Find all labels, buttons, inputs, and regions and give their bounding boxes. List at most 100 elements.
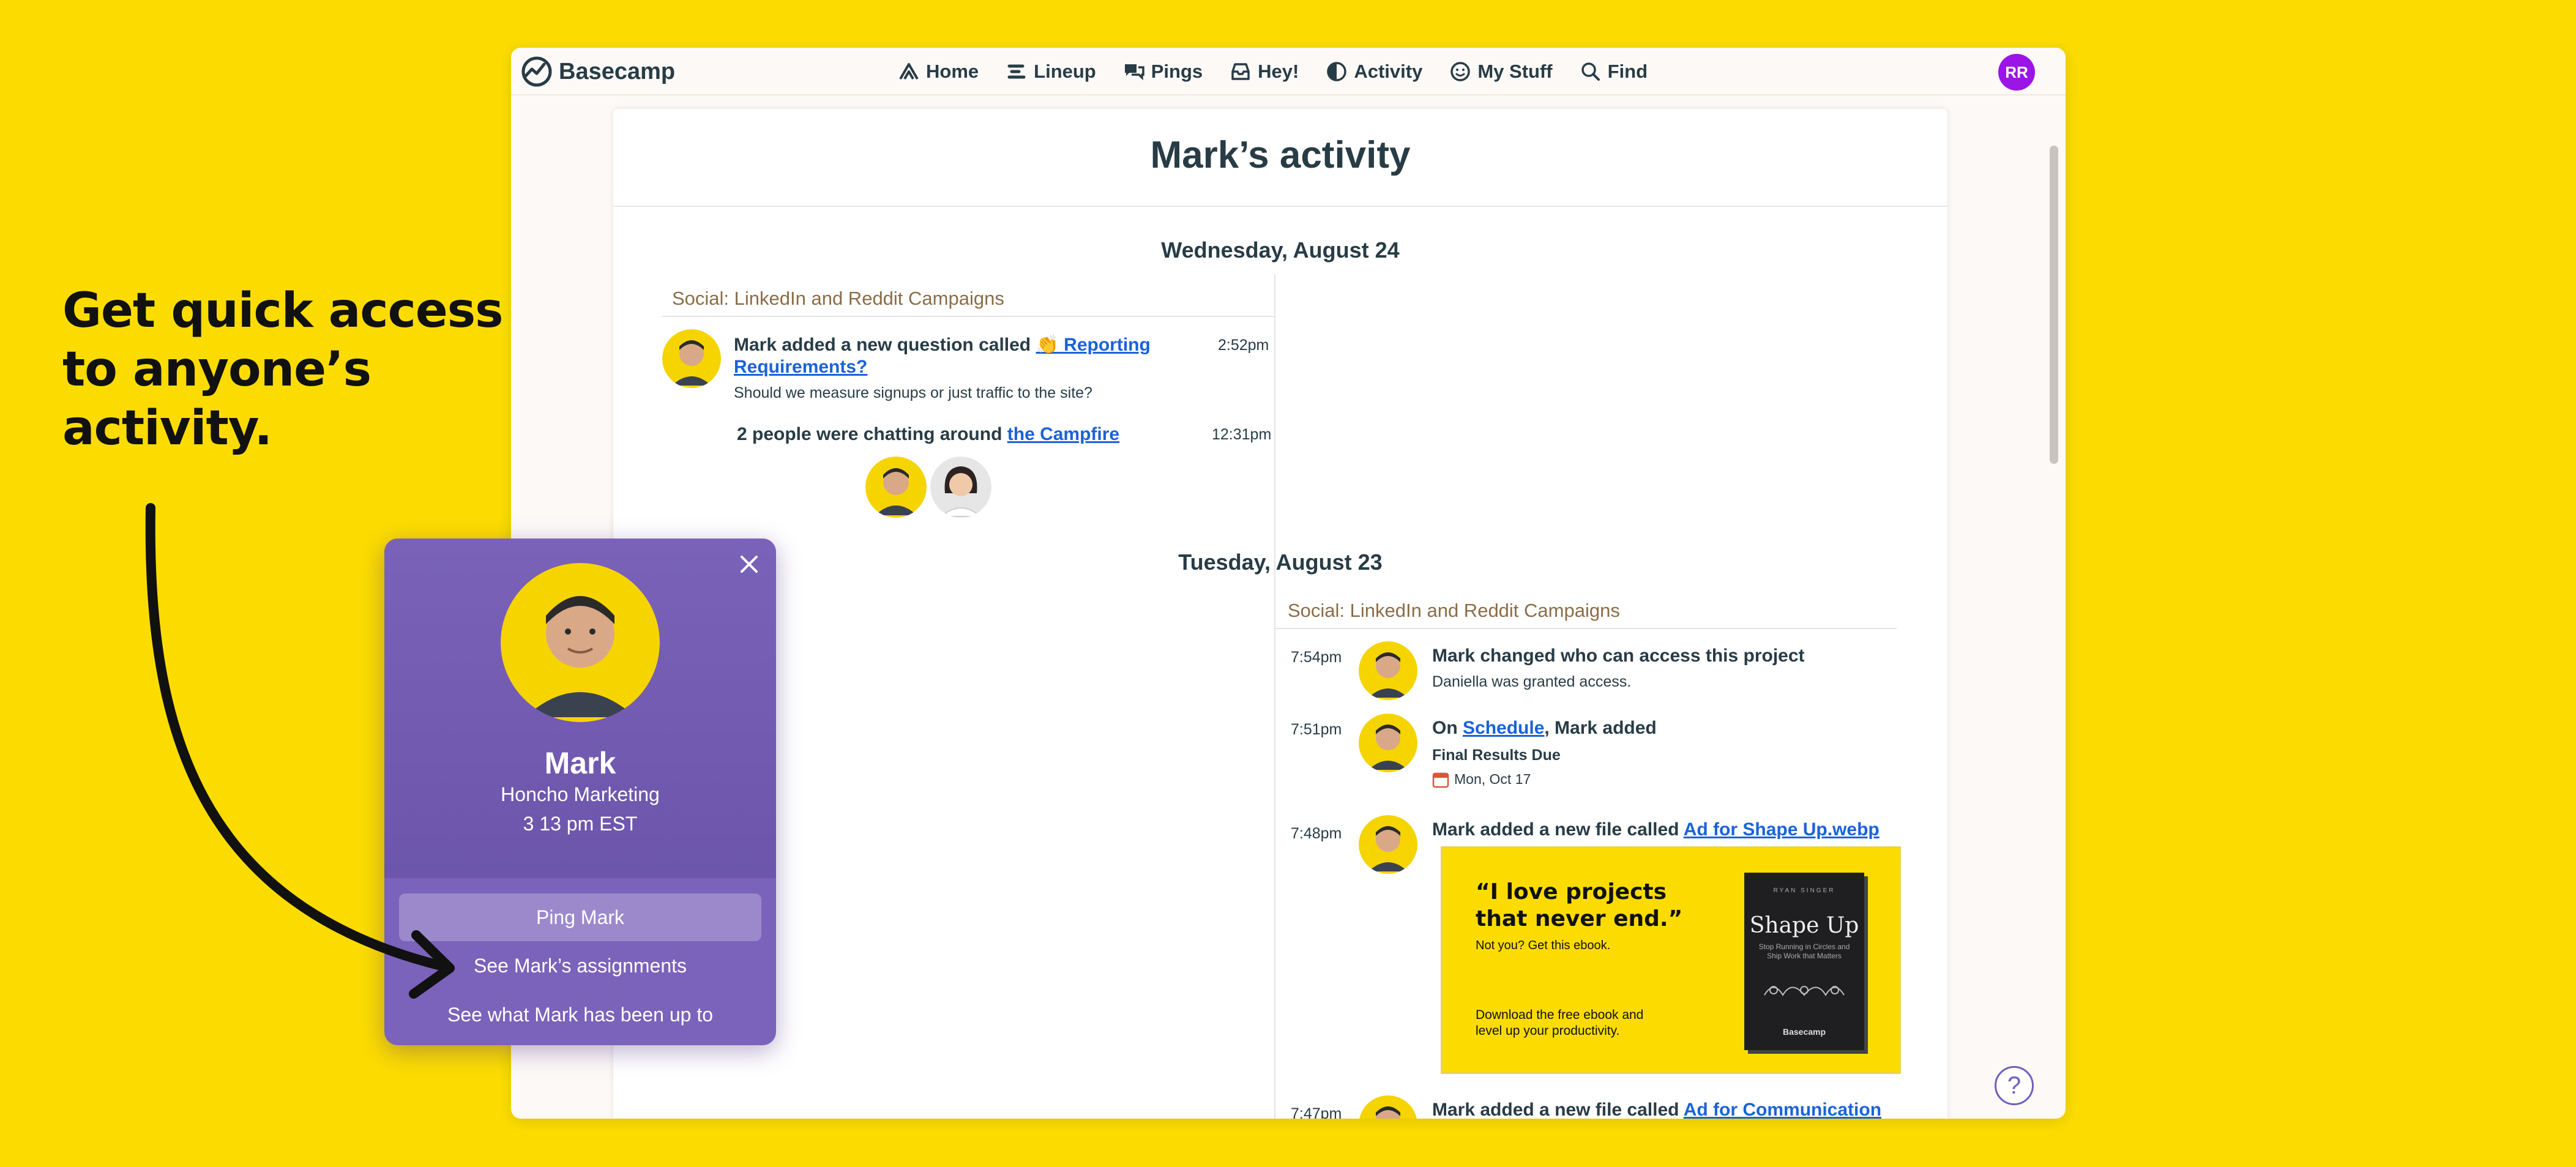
teammate-avatar[interactable]: [930, 457, 991, 518]
ping-button[interactable]: Ping Mark: [399, 893, 761, 941]
nav-hey[interactable]: Hey!: [1230, 61, 1299, 83]
nav-find-label: Find: [1607, 61, 1648, 82]
profile-popup: Mark Honcho Marketing 3 13 pm EST Ping M…: [384, 539, 776, 1045]
marketing-headline: Get quick access to anyone’s activity.: [62, 281, 504, 458]
event-schedule-title: On Schedule, Mark added: [1432, 717, 1657, 739]
event-file-title: Mark added a new file called Ad for Shap…: [1432, 819, 1880, 841]
logo-text: Basecamp: [559, 58, 676, 84]
schedule-link[interactable]: Schedule: [1463, 718, 1544, 738]
mark-avatar[interactable]: [865, 457, 927, 518]
nav-hey-label: Hey!: [1258, 61, 1299, 82]
bucket-label-2[interactable]: Social: LinkedIn and Reddit Campaigns: [1288, 600, 1620, 622]
book-author: RYAN SINGER: [1773, 887, 1835, 894]
calendar-icon: [1432, 772, 1449, 788]
event-file-prefix: Mark added a new file called: [1432, 1100, 1684, 1119]
event-schedule-date: Mon, Oct 17: [1454, 771, 1531, 787]
headline-line-2: to anyone’s: [62, 342, 371, 397]
mark-avatar[interactable]: [1359, 1095, 1417, 1119]
activity-link[interactable]: See what Mark has been up to: [384, 1004, 776, 1026]
headline-line-3: activity.: [62, 401, 272, 456]
event-question-prefix: Mark added a new question called: [734, 335, 1036, 355]
mark-avatar[interactable]: [1359, 815, 1417, 874]
ad-subtext: Not you? Get this ebook.: [1476, 939, 1611, 952]
day-heading-1: Wednesday, August 24: [1161, 237, 1400, 263]
shape-up-file-link[interactable]: Ad for Shape Up.webp: [1684, 819, 1880, 840]
book-title: Shape Up: [1749, 913, 1859, 938]
event-schedule-suffix: , Mark added: [1544, 718, 1657, 738]
event-time: 7:47pm: [1291, 1105, 1342, 1119]
event-schedule-entry[interactable]: Final Results Due: [1432, 747, 1561, 764]
mark-avatar[interactable]: [662, 329, 721, 388]
ad-quote: “I love projects that never end.”: [1476, 879, 1682, 933]
user-avatar[interactable]: RR: [1998, 54, 2035, 91]
event-question-title: Mark added a new question called 👏 Repor…: [734, 334, 1217, 378]
nav-activity[interactable]: Activity: [1326, 61, 1422, 83]
timeline-line: [1274, 378, 1275, 1119]
search-icon: [1581, 62, 1600, 81]
ad-footer-line-2: level up your productivity.: [1476, 1024, 1620, 1038]
hey-inbox-icon: [1231, 63, 1250, 80]
event-time: 2:52pm: [1218, 337, 1269, 354]
nav-home-label: Home: [926, 61, 979, 82]
ad-footer-line-1: Download the free ebook and: [1476, 1008, 1644, 1022]
event-access-title: Mark changed who can access this project: [1432, 646, 1805, 666]
page-title: Mark’s activity: [1150, 134, 1411, 176]
event-campfire-title: 2 people were chatting around the Campfi…: [737, 423, 1119, 446]
title-divider: [613, 206, 1947, 207]
nav-home[interactable]: Home: [898, 61, 979, 83]
event-file-title: Mark added a new file called Ad for Comm…: [1432, 1099, 1881, 1119]
book-illustration-icon: [1764, 986, 1845, 996]
event-time: 7:48pm: [1291, 825, 1342, 842]
profile-name: Mark: [544, 746, 616, 780]
event-time: 7:51pm: [1291, 721, 1342, 738]
event-schedule-prefix: On: [1432, 718, 1463, 738]
lineup-icon: [1007, 64, 1026, 79]
ad-quote-line-1: “I love projects: [1476, 879, 1667, 904]
campfire-link[interactable]: the Campfire: [1007, 424, 1119, 444]
bucket-underline-2: [1275, 628, 1897, 629]
help-button[interactable]: ?: [1995, 1066, 2034, 1105]
nav-pings[interactable]: Pings: [1123, 61, 1203, 83]
ad-footer: Download the free ebook and level up you…: [1476, 1007, 1643, 1039]
event-question-excerpt: Should we measure signups or just traffi…: [734, 384, 1092, 401]
assignments-link[interactable]: See Mark’s assignments: [384, 955, 776, 977]
headline-line-1: Get quick access: [62, 283, 504, 338]
activity-icon: [1327, 62, 1347, 81]
pings-icon: [1124, 64, 1144, 81]
mark-avatar[interactable]: [1359, 714, 1417, 772]
nav-activity-label: Activity: [1354, 61, 1423, 82]
day-heading-2: Tuesday, August 23: [1178, 550, 1383, 575]
close-icon[interactable]: [734, 550, 764, 579]
top-navigation: Basecamp Home Lineup Pings Hey! Activity: [511, 48, 2066, 95]
profile-local-time: 3 13 pm EST: [523, 813, 638, 835]
event-campfire-prefix: 2 people were chatting around: [737, 424, 1007, 444]
nav-my-stuff[interactable]: My Stuff: [1449, 61, 1553, 83]
event-access-sub: Daniella was granted access.: [1432, 673, 1632, 690]
basecamp-logo-icon: [521, 56, 552, 87]
mark-avatar[interactable]: [1359, 641, 1417, 700]
book-brand: Basecamp: [1782, 1027, 1826, 1037]
smiley-icon: [1450, 62, 1471, 81]
event-file-prefix: Mark added a new file called: [1432, 819, 1684, 840]
event-time: 7:54pm: [1291, 649, 1342, 666]
nav-my-stuff-label: My Stuff: [1477, 61, 1553, 82]
book-tagline: Stop Running in Circles and Ship Work th…: [1758, 942, 1850, 960]
communication-file-link[interactable]: Ad for Communication: [1684, 1100, 1881, 1119]
profile-role: Honcho Marketing: [501, 783, 660, 805]
main-nav: Home Lineup Pings Hey! Activity My Stuff: [898, 56, 1674, 87]
shape-up-book-cover: RYAN SINGER Shape Up Stop Running in Cir…: [1744, 873, 1864, 1050]
activity-card: Mark’s activity Wednesday, August 24 Soc…: [613, 109, 1947, 1119]
nav-pings-label: Pings: [1151, 61, 1203, 82]
bucket-underline-1: [662, 316, 1274, 317]
shape-up-ad-preview[interactable]: “I love projects that never end.” Not yo…: [1441, 846, 1901, 1074]
nav-find[interactable]: Find: [1580, 61, 1648, 83]
basecamp-logo[interactable]: Basecamp: [521, 56, 675, 87]
nav-lineup-label: Lineup: [1034, 61, 1096, 82]
bucket-label-1[interactable]: Social: LinkedIn and Reddit Campaigns: [672, 288, 1004, 310]
scrollbar-thumb[interactable]: [2050, 146, 2058, 464]
ad-quote-line-2: that never end.”: [1476, 906, 1683, 931]
home-icon: [899, 63, 919, 80]
nav-lineup[interactable]: Lineup: [1006, 61, 1096, 83]
event-time: 12:31pm: [1212, 426, 1272, 443]
mark-profile-photo: [501, 563, 660, 722]
